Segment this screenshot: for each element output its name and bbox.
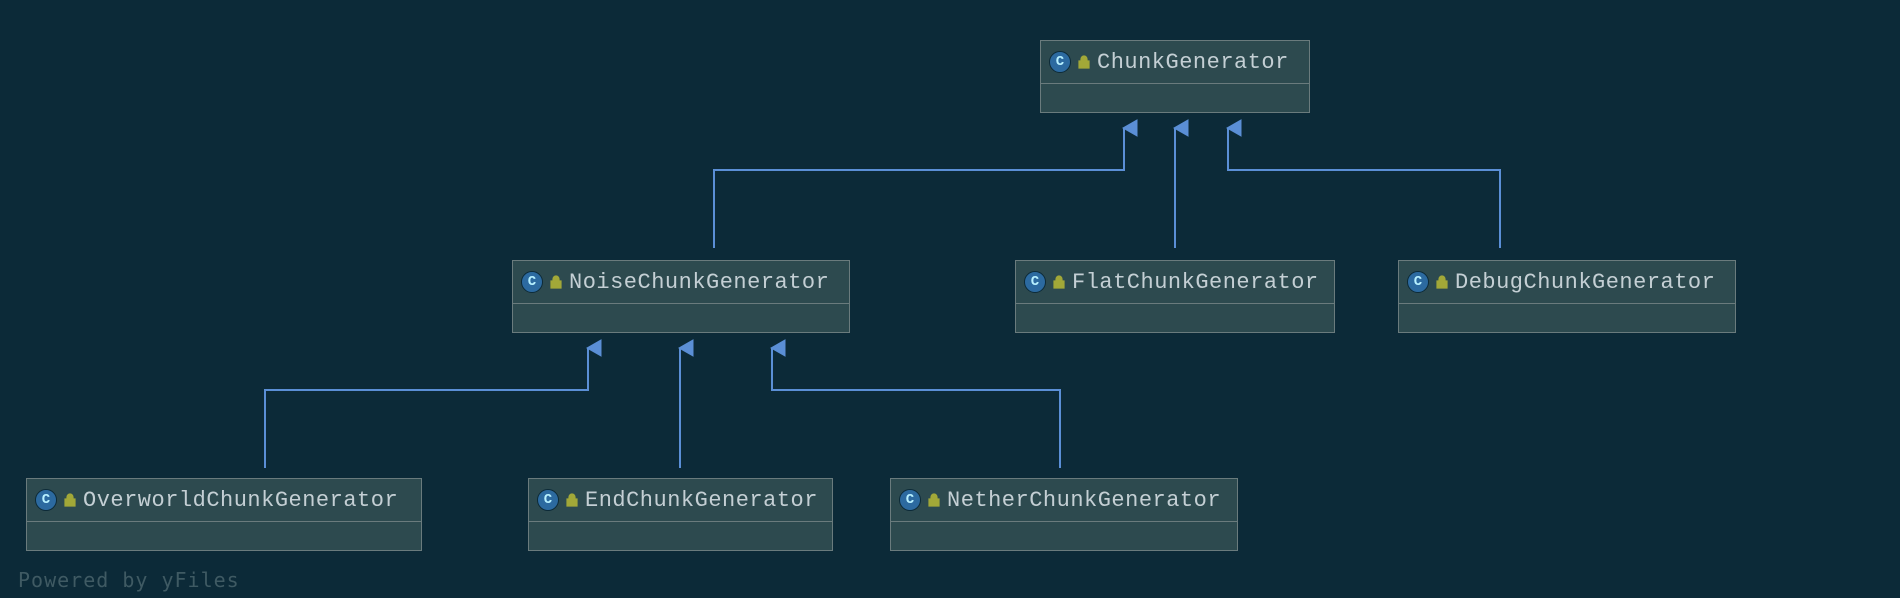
class-icon: C (1049, 51, 1071, 73)
class-label: ChunkGenerator (1097, 50, 1289, 75)
class-icon: C (521, 271, 543, 293)
class-icon: C (35, 489, 57, 511)
class-node-noise-chunk-generator[interactable]: C NoiseChunkGenerator (512, 260, 850, 333)
class-icon: C (537, 489, 559, 511)
class-icon: C (899, 489, 921, 511)
class-node-overworld-chunk-generator[interactable]: C OverworldChunkGenerator (26, 478, 422, 551)
class-label: NoiseChunkGenerator (569, 270, 829, 295)
class-node-nether-chunk-generator[interactable]: C NetherChunkGenerator (890, 478, 1238, 551)
lock-icon (1053, 275, 1065, 289)
lock-icon (64, 493, 76, 507)
class-label: DebugChunkGenerator (1455, 270, 1715, 295)
class-label: FlatChunkGenerator (1072, 270, 1319, 295)
class-icon: C (1024, 271, 1046, 293)
class-node-chunk-generator[interactable]: C ChunkGenerator (1040, 40, 1310, 113)
lock-icon (550, 275, 562, 289)
lock-icon (566, 493, 578, 507)
class-label: OverworldChunkGenerator (83, 488, 398, 513)
class-icon: C (1407, 271, 1429, 293)
lock-icon (928, 493, 940, 507)
class-label: NetherChunkGenerator (947, 488, 1221, 513)
class-node-end-chunk-generator[interactable]: C EndChunkGenerator (528, 478, 833, 551)
watermark-text: Powered by yFiles (18, 568, 240, 592)
lock-icon (1436, 275, 1448, 289)
class-label: EndChunkGenerator (585, 488, 818, 513)
class-node-debug-chunk-generator[interactable]: C DebugChunkGenerator (1398, 260, 1736, 333)
diagram-canvas: { "watermark": "Powered by yFiles", "nod… (0, 0, 1900, 598)
lock-icon (1078, 55, 1090, 69)
class-node-flat-chunk-generator[interactable]: C FlatChunkGenerator (1015, 260, 1335, 333)
